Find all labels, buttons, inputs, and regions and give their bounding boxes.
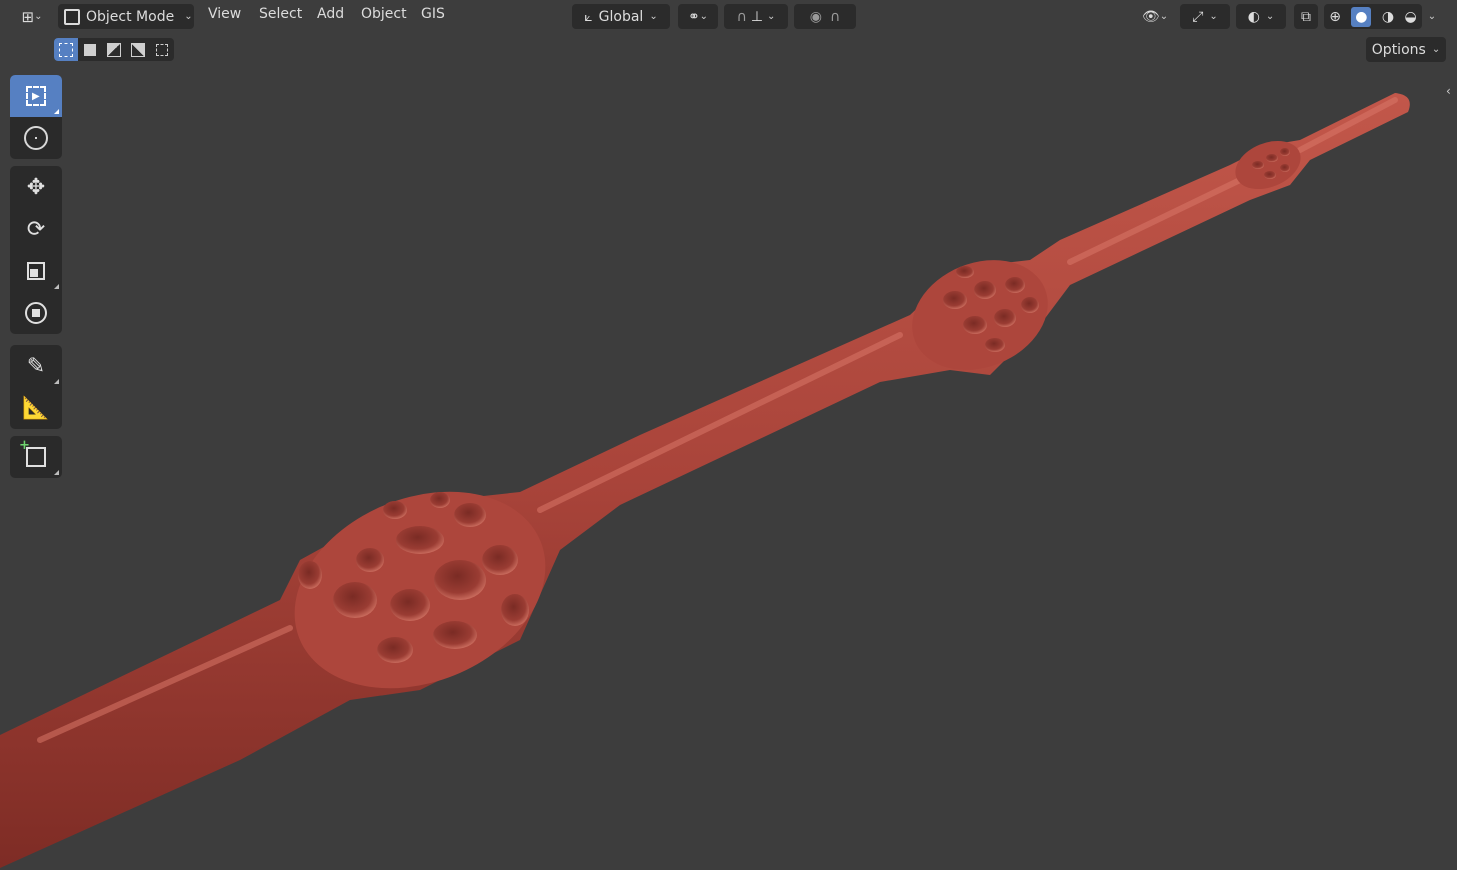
toolbar-group-select: ▶ <box>10 75 62 159</box>
chevron-down-icon: ⌄ <box>184 11 193 22</box>
options-dropdown[interactable]: Options ⌄ <box>1366 37 1446 62</box>
pivot-point-dropdown[interactable]: ⚭ ⌄ <box>678 4 718 29</box>
shading-options-dropdown[interactable]: ⌄ <box>1424 4 1440 29</box>
pivot-icon: ⚭ <box>687 8 700 25</box>
menu-object[interactable]: Object <box>361 6 407 22</box>
add-cube-tool[interactable]: + <box>10 436 62 478</box>
3d-viewport[interactable] <box>0 0 1457 870</box>
falloff-curve-icon[interactable]: ∩ <box>830 9 840 25</box>
transform-orientation-dropdown[interactable]: ⟀ Global ⌄ <box>572 4 670 29</box>
scale-tool[interactable] <box>10 250 62 292</box>
select-box-tool[interactable]: ▶ <box>10 75 62 117</box>
move-icon: ✥ <box>26 174 46 200</box>
eye-icon: 👁 <box>1141 8 1160 25</box>
cursor-icon <box>24 126 48 150</box>
measure-tool[interactable]: 📐 <box>10 387 62 429</box>
xray-icon: ⧉ <box>1301 8 1311 25</box>
chevron-down-icon: ⌄ <box>1427 11 1437 22</box>
rotate-icon: ⟳ <box>26 216 46 242</box>
chevron-down-icon: ⌄ <box>1209 11 1218 22</box>
shading-modes[interactable]: ⊕ ● ◑ ◒ <box>1324 4 1422 29</box>
grid-axes-icon: ⊞ <box>21 7 35 26</box>
menu-select[interactable]: Select <box>259 6 302 22</box>
select-set-icon[interactable] <box>54 38 78 61</box>
wireframe-shading-icon[interactable]: ⊕ <box>1329 9 1341 25</box>
transform-icon <box>25 302 47 324</box>
menu-gis[interactable]: GIS <box>421 6 445 22</box>
chevron-down-icon: ⌄ <box>1159 11 1169 22</box>
overlays-icon: ◐ <box>1247 8 1260 25</box>
visibility-dropdown[interactable]: 👁 ⌄ <box>1136 4 1174 29</box>
rendered-shading-icon[interactable]: ◒ <box>1405 9 1417 25</box>
measure-ruler-icon: 📐 <box>22 395 50 421</box>
snap-increment-icon[interactable]: ⊥ <box>751 9 763 25</box>
proportional-editing[interactable]: ◉ ∩ <box>794 4 856 29</box>
chevron-down-icon: ⌄ <box>649 11 658 22</box>
cursor-tool[interactable] <box>10 117 62 159</box>
move-tool[interactable]: ✥ <box>10 166 62 208</box>
annotate-tool[interactable]: ✎ <box>10 345 62 387</box>
xray-toggle[interactable]: ⧉ <box>1294 4 1318 29</box>
material-preview-icon[interactable]: ◑ <box>1382 9 1394 25</box>
selection-mode-strip <box>54 38 174 61</box>
menu-add[interactable]: Add <box>317 6 344 22</box>
annotate-pencil-icon: ✎ <box>26 353 46 379</box>
options-label: Options <box>1371 41 1426 58</box>
gizmo-icon: ⤢ <box>1192 8 1204 25</box>
orientation-axes-icon: ⟀ <box>584 8 593 25</box>
select-subtract-icon[interactable] <box>102 38 126 61</box>
toolbar-group-annotate: ✎ 📐 <box>10 345 62 429</box>
solid-shading-icon[interactable]: ● <box>1351 6 1372 27</box>
editor-type-button[interactable]: ⊞ ⌄ <box>14 4 50 29</box>
chevron-down-icon: ⌄ <box>699 11 709 22</box>
snap-controls[interactable]: ∩ ⊥ ⌄ <box>724 4 788 29</box>
select-extend-icon[interactable] <box>78 38 102 61</box>
magnet-icon[interactable]: ∩ <box>737 9 747 25</box>
menu-view[interactable]: View <box>208 6 241 22</box>
scale-icon <box>27 262 45 280</box>
gizmo-toggle[interactable]: ⤢ ⌄ <box>1180 4 1230 29</box>
mode-dropdown[interactable]: Object Mode ⌄ <box>58 4 194 29</box>
chevron-down-icon: ⌄ <box>1265 11 1275 22</box>
mode-label: Object Mode <box>86 8 175 25</box>
rotate-tool[interactable]: ⟳ <box>10 208 62 250</box>
orientation-label: Global <box>598 8 644 25</box>
toolbar-group-transform: ✥ ⟳ <box>10 166 62 334</box>
toolbar-group-add: + <box>10 436 62 478</box>
viewport-header: ⊞ ⌄ Object Mode ⌄ View Select Add Object … <box>0 0 1457 33</box>
select-difference-icon[interactable] <box>126 38 150 61</box>
chevron-down-icon: ⌄ <box>34 11 43 22</box>
chevron-down-icon: ⌄ <box>1431 44 1441 55</box>
chevron-down-icon: ⌄ <box>767 11 776 22</box>
overlays-toggle[interactable]: ◐ ⌄ <box>1236 4 1286 29</box>
add-cube-icon: + <box>19 438 46 467</box>
transform-tool[interactable] <box>10 292 62 334</box>
sidebar-toggle-icon[interactable]: ‹ <box>1446 84 1451 98</box>
select-intersect-icon[interactable] <box>150 38 174 61</box>
proportional-edit-icon[interactable]: ◉ <box>810 9 822 25</box>
select-box-icon: ▶ <box>26 86 46 106</box>
object-mode-icon <box>64 8 80 25</box>
